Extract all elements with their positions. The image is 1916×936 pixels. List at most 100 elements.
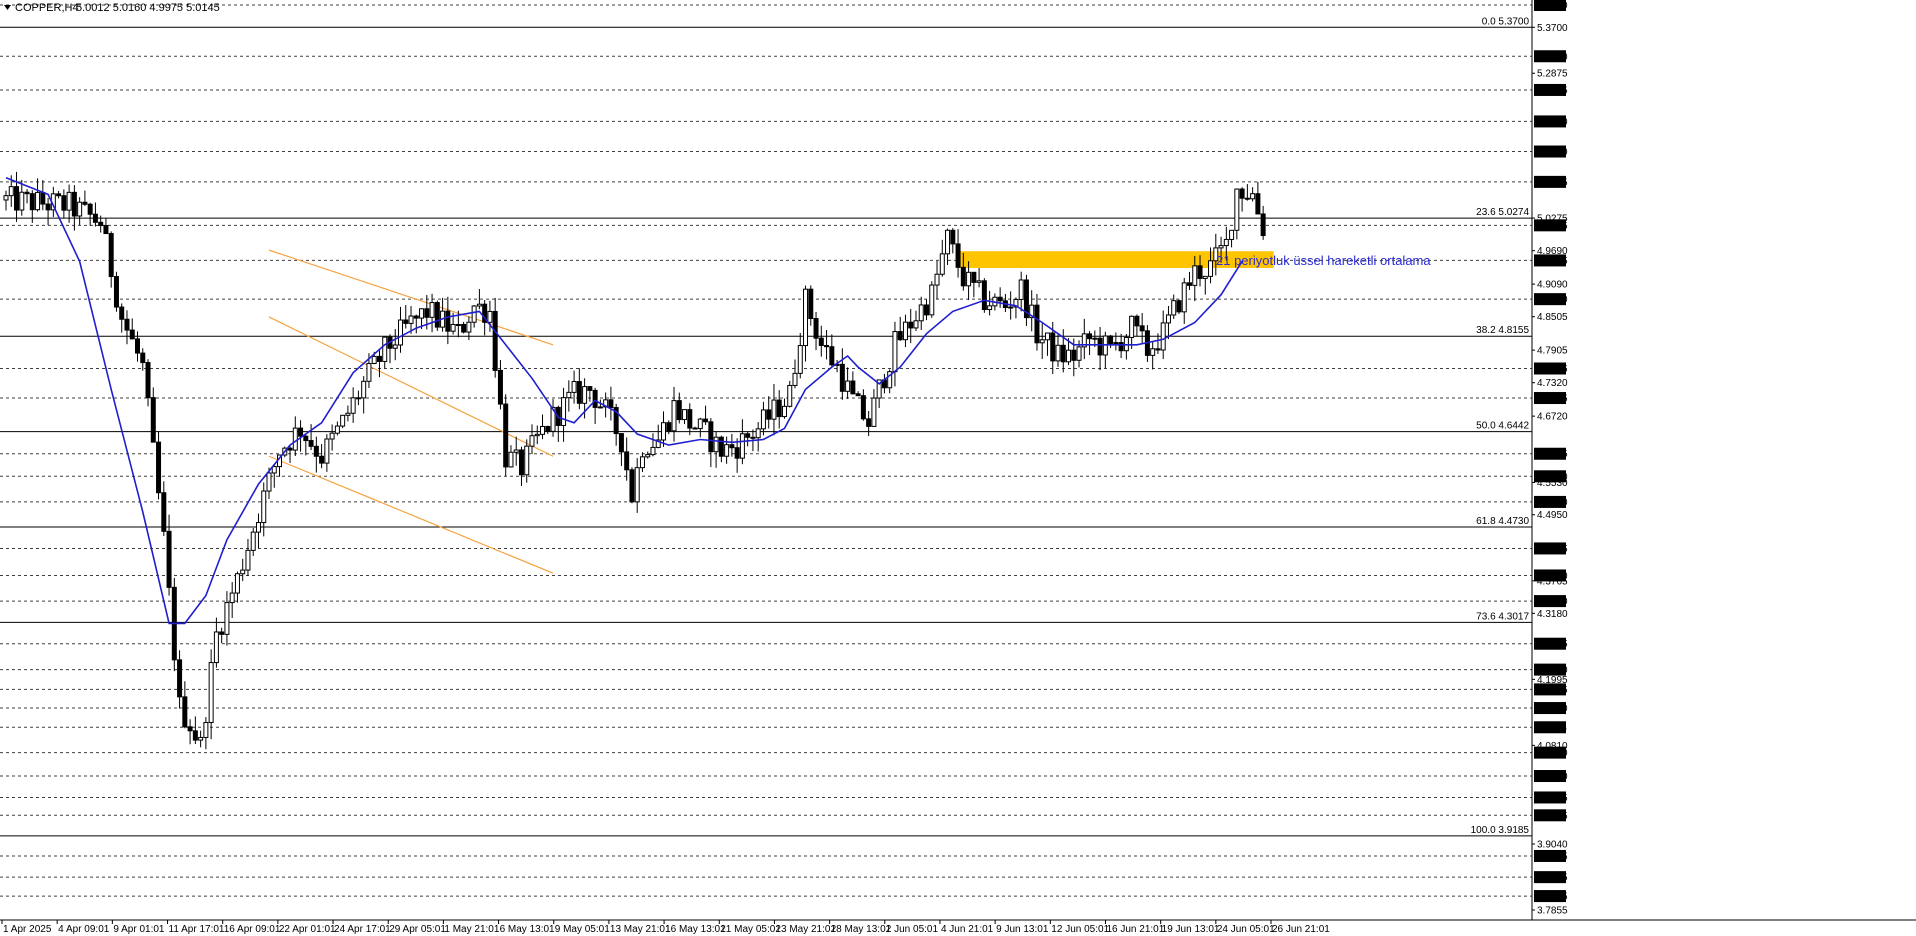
candle-body bbox=[508, 451, 514, 468]
candle-body bbox=[119, 306, 125, 320]
candle bbox=[503, 394, 509, 477]
time-label: 29 Apr 05:01 bbox=[389, 924, 446, 935]
price-tag: 3.8445 bbox=[1537, 873, 1568, 884]
candle-body bbox=[529, 435, 535, 447]
candle-body bbox=[845, 380, 851, 392]
candle-body bbox=[334, 425, 340, 434]
candle-body bbox=[345, 412, 351, 416]
candle-body bbox=[518, 449, 524, 476]
candle bbox=[981, 278, 987, 313]
price-tag: 5.2010 bbox=[1537, 117, 1568, 128]
candle-body bbox=[1134, 315, 1140, 327]
candle-body bbox=[1097, 337, 1103, 356]
candle-body bbox=[1118, 342, 1124, 352]
candle-body bbox=[760, 409, 766, 430]
candle-body bbox=[40, 191, 46, 205]
candle-body bbox=[413, 315, 419, 319]
candle-body bbox=[1060, 344, 1066, 363]
candle-body bbox=[797, 345, 803, 374]
candle-body bbox=[129, 329, 135, 340]
candle-body bbox=[739, 433, 745, 459]
candle-body bbox=[1260, 213, 1266, 237]
candle-body bbox=[124, 318, 130, 331]
candle-body bbox=[945, 229, 951, 255]
candle-body bbox=[103, 225, 109, 235]
time-label: 28 May 13:01 bbox=[831, 924, 892, 935]
candle-body bbox=[313, 445, 319, 457]
candle-body bbox=[108, 233, 114, 278]
price-tick-label: 5.2875 bbox=[1537, 69, 1568, 80]
time-label: 2 Jun 05:01 bbox=[886, 924, 939, 935]
candle-body bbox=[513, 449, 519, 453]
candle-body bbox=[1044, 332, 1050, 341]
candle-body bbox=[61, 195, 67, 211]
candle-body bbox=[150, 397, 156, 443]
candle-body bbox=[250, 531, 256, 551]
candle-body bbox=[666, 422, 672, 432]
time-label: 24 Jun 05:01 bbox=[1217, 924, 1275, 935]
candle-body bbox=[266, 472, 272, 492]
price-tag: 4.1135 bbox=[1537, 723, 1567, 734]
candle-body bbox=[29, 193, 35, 211]
time-label: 21 May 05:01 bbox=[720, 924, 781, 935]
candle-body bbox=[697, 418, 703, 430]
copper-h4-chart[interactable]: 0.0 5.3700 23.6 5.0274 38.2 4.8155 50.0 4.6… bbox=[0, 0, 1916, 936]
candle-body bbox=[576, 381, 582, 404]
candle-body bbox=[1234, 188, 1240, 231]
candle-body bbox=[219, 631, 225, 635]
candle-body bbox=[855, 393, 861, 397]
candle-body bbox=[629, 469, 635, 503]
candle-body bbox=[687, 409, 693, 429]
candle bbox=[1176, 299, 1182, 315]
candle-body bbox=[398, 319, 403, 346]
price-tick-label: 4.5530 bbox=[1537, 478, 1568, 489]
candle-body bbox=[1244, 197, 1250, 200]
time-label: 13 May 21:01 bbox=[610, 924, 671, 935]
candle-body bbox=[1171, 300, 1177, 316]
price-tag: 4.9515 bbox=[1537, 256, 1568, 267]
candle bbox=[929, 281, 935, 318]
candle-body bbox=[487, 310, 493, 323]
candle-body bbox=[371, 355, 377, 364]
candle-body bbox=[187, 726, 193, 732]
candle-body bbox=[319, 455, 325, 464]
price-tag: 3.9555 bbox=[1537, 811, 1568, 822]
time-label: 26 Jun 21:01 bbox=[1272, 924, 1330, 935]
candle-body bbox=[571, 381, 577, 393]
price-tag: 4.8820 bbox=[1537, 295, 1568, 306]
price-tick-label: 4.1995 bbox=[1537, 675, 1568, 686]
time-label: 9 Apr 01:01 bbox=[113, 924, 165, 935]
candle-body bbox=[366, 362, 372, 382]
candle-body bbox=[561, 397, 567, 426]
candle-body bbox=[240, 569, 246, 575]
fib-label: 23.6 5.0274 bbox=[1476, 207, 1529, 218]
candle-body bbox=[1087, 333, 1093, 340]
candle-body bbox=[966, 271, 972, 287]
candle-body bbox=[987, 305, 993, 311]
candle-body bbox=[524, 445, 530, 476]
candle-body bbox=[1139, 325, 1145, 332]
candle-body bbox=[213, 631, 219, 664]
candle-body bbox=[960, 266, 966, 287]
time-label: 19 Jun 13:01 bbox=[1162, 924, 1220, 935]
ohlc-values: 5.0012 5.0160 4.9975 5.0145 bbox=[76, 2, 220, 14]
candle-body bbox=[566, 391, 572, 399]
candle-body bbox=[639, 456, 645, 469]
candle-body bbox=[1239, 188, 1245, 199]
candle-body bbox=[424, 308, 430, 318]
candle-body bbox=[161, 492, 167, 532]
candle-body bbox=[908, 321, 914, 329]
candle-body bbox=[245, 549, 251, 571]
candle-body bbox=[981, 280, 987, 311]
price-tag: 5.3180 bbox=[1537, 52, 1568, 63]
fib-label: 50.0 4.6442 bbox=[1476, 421, 1529, 432]
candle-body bbox=[997, 296, 1003, 302]
price-tag: 3.8825 bbox=[1537, 851, 1568, 862]
candle-body bbox=[713, 436, 719, 453]
candle-body bbox=[329, 432, 335, 440]
candle-body bbox=[650, 446, 656, 456]
price-tag: 4.1480 bbox=[1537, 704, 1568, 715]
candle-body bbox=[350, 397, 356, 414]
price-tick-label: 4.3180 bbox=[1537, 609, 1568, 620]
candle-body bbox=[1218, 245, 1224, 249]
